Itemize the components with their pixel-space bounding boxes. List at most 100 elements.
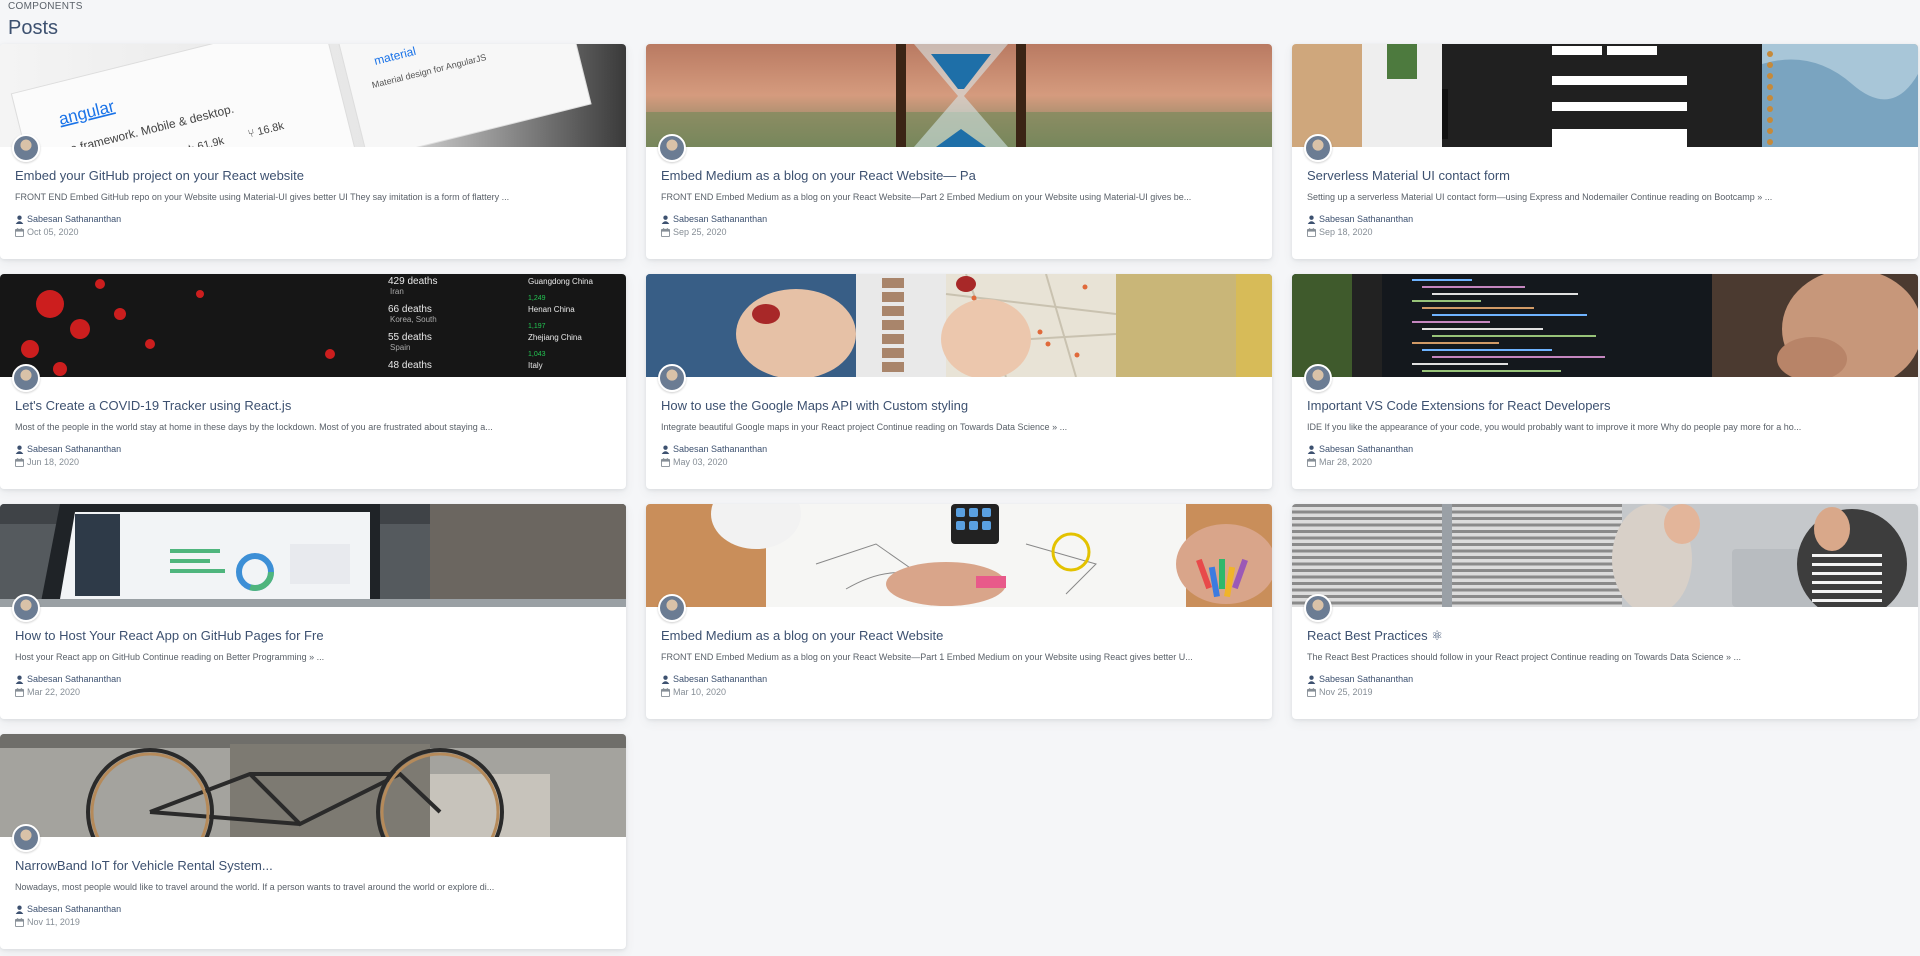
- user-icon: [1307, 445, 1316, 454]
- post-card[interactable]: How to Host Your React App on GitHub Pag…: [0, 504, 626, 719]
- svg-text:55 deaths: 55 deaths: [388, 332, 432, 343]
- post-author[interactable]: Sabesan Sathananthan: [1319, 673, 1413, 686]
- author-avatar[interactable]: [1304, 134, 1332, 162]
- page-title: Posts: [8, 17, 59, 39]
- author-avatar[interactable]: [658, 364, 686, 392]
- post-thumbnail[interactable]: [0, 504, 626, 607]
- user-icon: [661, 215, 670, 224]
- post-thumbnail[interactable]: [646, 504, 1272, 607]
- author-avatar[interactable]: [12, 824, 40, 852]
- post-meta: Sabesan Sathananthan Sep 25, 2020: [661, 213, 1257, 239]
- user-icon: [1307, 215, 1316, 224]
- post-meta: Sabesan Sathananthan Mar 22, 2020: [15, 673, 611, 699]
- post-excerpt: Setting up a serverless Material UI cont…: [1307, 192, 1773, 202]
- post-date: Oct 05, 2020: [27, 227, 79, 237]
- svg-text:Iran: Iran: [390, 287, 404, 296]
- post-thumbnail[interactable]: [1292, 44, 1918, 147]
- calendar-icon: [661, 458, 670, 467]
- post-meta: Sabesan Sathananthan Mar 28, 2020: [1307, 443, 1903, 469]
- page-header: COMPONENTS Posts: [8, 1, 83, 41]
- post-title[interactable]: NarrowBand IoT for Vehicle Rental System…: [15, 858, 611, 874]
- author-avatar[interactable]: [1304, 594, 1332, 622]
- post-excerpt: Host your React app on GitHub Continue r…: [15, 652, 325, 662]
- calendar-icon: [15, 918, 24, 927]
- post-thumbnail[interactable]: [646, 274, 1272, 377]
- post-author[interactable]: Sabesan Sathananthan: [27, 673, 121, 686]
- post-author[interactable]: Sabesan Sathananthan: [27, 903, 121, 916]
- post-excerpt: Integrate beautiful Google maps in your …: [661, 422, 1068, 432]
- post-title[interactable]: How to use the Google Maps API with Cust…: [661, 398, 1257, 414]
- post-author[interactable]: Sabesan Sathananthan: [673, 673, 767, 686]
- post-card[interactable]: Embed Medium as a blog on your React Web…: [646, 504, 1272, 719]
- svg-text:Zhejiang China: Zhejiang China: [528, 333, 582, 342]
- user-icon: [15, 215, 24, 224]
- post-excerpt: IDE If you like the appearance of your c…: [1307, 422, 1802, 432]
- calendar-icon: [1307, 688, 1316, 697]
- post-date: Nov 11, 2019: [27, 917, 80, 927]
- post-date: Jun 18, 2020: [27, 457, 80, 467]
- post-author[interactable]: Sabesan Sathananthan: [673, 213, 767, 226]
- post-meta: Sabesan Sathananthan Jun 18, 2020: [15, 443, 611, 469]
- post-card[interactable]: angular One framework. Mobile & desktop.…: [0, 44, 626, 259]
- post-date: Mar 22, 2020: [27, 687, 81, 697]
- post-card[interactable]: Important VS Code Extensions for React D…: [1292, 274, 1918, 489]
- post-date: Sep 25, 2020: [673, 227, 727, 237]
- page-subtitle: COMPONENTS: [8, 1, 83, 12]
- svg-text:Guangdong China: Guangdong China: [528, 277, 593, 286]
- post-card[interactable]: 429 deaths Iran 66 deaths Korea, South 55 …: [0, 274, 626, 489]
- post-thumbnail[interactable]: [0, 734, 626, 837]
- post-thumbnail[interactable]: [646, 44, 1272, 147]
- post-title[interactable]: Embed Medium as a blog on your React Web…: [661, 168, 1257, 184]
- post-meta: Sabesan Sathananthan May 03, 2020: [661, 443, 1257, 469]
- post-title[interactable]: Important VS Code Extensions for React D…: [1307, 398, 1903, 414]
- calendar-icon: [1307, 228, 1316, 237]
- post-author[interactable]: Sabesan Sathananthan: [27, 443, 121, 456]
- post-thumbnail[interactable]: [1292, 274, 1918, 377]
- svg-text:1,197: 1,197: [528, 323, 546, 330]
- post-card[interactable]: NarrowBand IoT for Vehicle Rental System…: [0, 734, 626, 949]
- svg-text:429 deaths: 429 deaths: [388, 276, 438, 287]
- post-meta: Sabesan Sathananthan Oct 05, 2020: [15, 213, 611, 239]
- post-card[interactable]: Embed Medium as a blog on your React Web…: [646, 44, 1272, 259]
- svg-text:Korea, South: Korea, South: [390, 315, 437, 324]
- user-icon: [15, 445, 24, 454]
- post-meta: Sabesan Sathananthan Nov 25, 2019: [1307, 673, 1903, 699]
- author-avatar[interactable]: [12, 134, 40, 162]
- author-avatar[interactable]: [1304, 364, 1332, 392]
- post-title[interactable]: Embed Medium as a blog on your React Web…: [661, 628, 1257, 644]
- post-author[interactable]: Sabesan Sathananthan: [1319, 213, 1413, 226]
- svg-text:Italy: Italy: [528, 361, 543, 370]
- post-excerpt: FRONT END Embed Medium as a blog on your…: [661, 652, 1193, 662]
- svg-text:1,043: 1,043: [528, 351, 546, 358]
- post-card[interactable]: How to use the Google Maps API with Cust…: [646, 274, 1272, 489]
- post-title[interactable]: Let's Create a COVID-19 Tracker using Re…: [15, 398, 611, 414]
- post-excerpt: FRONT END Embed GitHub repo on your Webs…: [15, 192, 510, 202]
- post-card[interactable]: Serverless Material UI contact form Sett…: [1292, 44, 1918, 259]
- post-author[interactable]: Sabesan Sathananthan: [27, 213, 121, 226]
- post-date: Nov 25, 2019: [1319, 687, 1373, 697]
- post-title[interactable]: Embed your GitHub project on your React …: [15, 168, 611, 184]
- calendar-icon: [15, 228, 24, 237]
- calendar-icon: [661, 688, 670, 697]
- post-thumbnail[interactable]: 429 deaths Iran 66 deaths Korea, South 55 …: [0, 274, 626, 377]
- user-icon: [15, 905, 24, 914]
- calendar-icon: [15, 458, 24, 467]
- svg-text:66 deaths: 66 deaths: [388, 304, 432, 315]
- author-avatar[interactable]: [658, 594, 686, 622]
- author-avatar[interactable]: [12, 364, 40, 392]
- post-thumbnail[interactable]: [1292, 504, 1918, 607]
- post-author[interactable]: Sabesan Sathananthan: [1319, 443, 1413, 456]
- author-avatar[interactable]: [12, 594, 40, 622]
- post-title[interactable]: React Best Practices ⚛: [1307, 628, 1903, 644]
- post-card[interactable]: React Best Practices ⚛ The React Best Pr…: [1292, 504, 1918, 719]
- author-avatar[interactable]: [658, 134, 686, 162]
- post-meta: Sabesan Sathananthan Nov 11, 2019: [15, 903, 611, 929]
- svg-text:48 deaths: 48 deaths: [388, 360, 432, 371]
- post-title[interactable]: How to Host Your React App on GitHub Pag…: [15, 628, 611, 644]
- user-icon: [661, 675, 670, 684]
- calendar-icon: [661, 228, 670, 237]
- post-title[interactable]: Serverless Material UI contact form: [1307, 168, 1903, 184]
- post-date: Mar 28, 2020: [1319, 457, 1373, 467]
- post-author[interactable]: Sabesan Sathananthan: [673, 443, 767, 456]
- post-thumbnail[interactable]: angular One framework. Mobile & desktop.…: [0, 44, 626, 147]
